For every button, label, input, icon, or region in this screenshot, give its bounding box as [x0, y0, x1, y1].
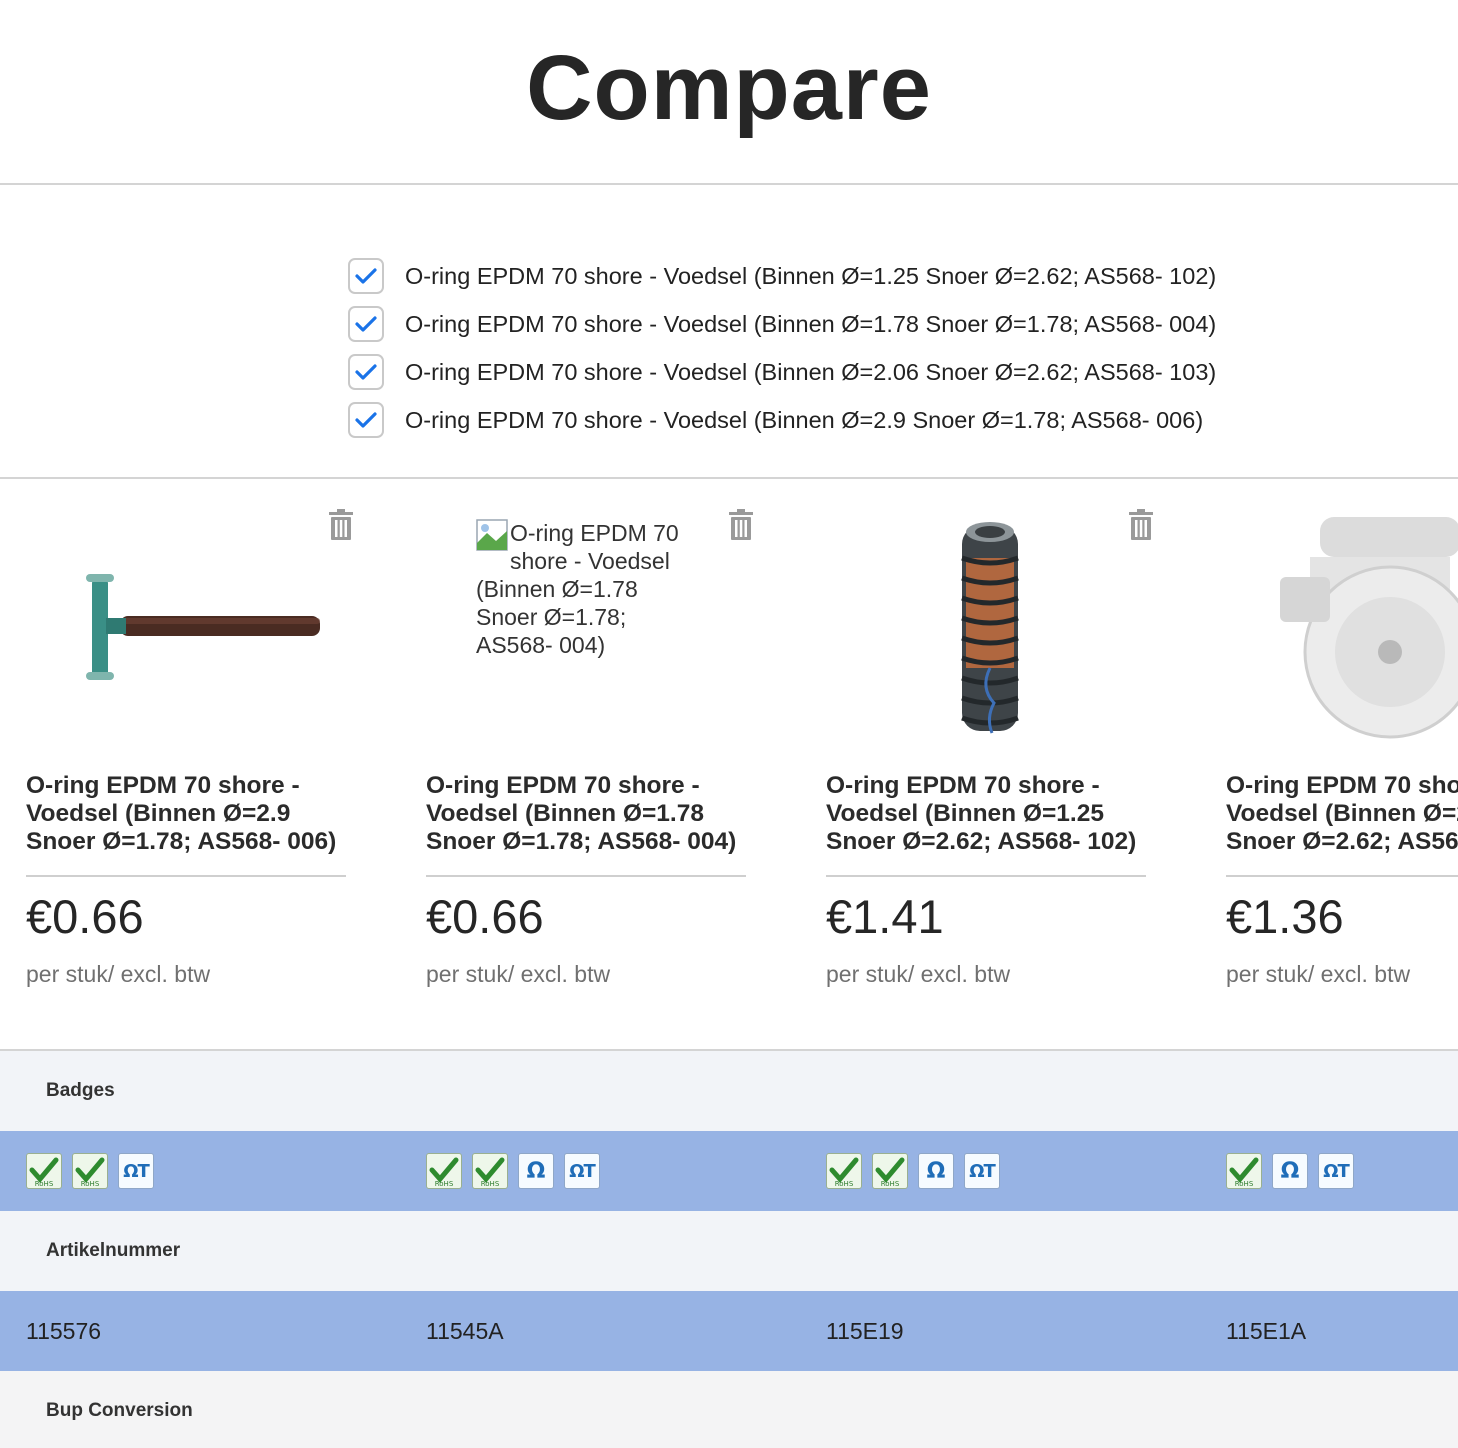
divider	[426, 875, 746, 877]
price-unit: per stuk/ excl. btw	[426, 961, 611, 987]
trash-icon[interactable]	[727, 509, 755, 541]
divider	[826, 875, 1146, 877]
product-comparison-columns: O-ring EPDM 70 shore - Voedsel (Binnen Ø…	[0, 479, 1458, 1049]
broken-image-icon	[476, 519, 508, 551]
badge-cell: RoHS RoHS ΩT	[26, 1131, 164, 1211]
rohs-badge-icon: RoHS	[826, 1153, 862, 1189]
omega-t-badge-icon: ΩT	[1318, 1153, 1354, 1189]
product-name[interactable]: O-ring EPDM 70 shore - Voedsel (Binnen Ø…	[426, 772, 756, 856]
page-title: Compare	[526, 37, 932, 139]
artikelnummer-value: 115576	[26, 1317, 102, 1344]
spec-row-badges: RoHS RoHS ΩT RoHS RoHS Ω ΩT RoHS RoHS Ω …	[0, 1131, 1458, 1211]
product-image-caster	[1280, 517, 1458, 739]
trash-icon[interactable]	[327, 509, 355, 541]
artikelnummer-value: 115E19	[826, 1317, 904, 1344]
badge-cell: RoHS RoHS Ω ΩT	[826, 1131, 1010, 1211]
spec-header-bup-conversion: Bup Conversion	[0, 1371, 1458, 1448]
selection-checkbox[interactable]	[348, 402, 384, 438]
omega-t-badge-icon: ΩT	[118, 1153, 154, 1189]
checkmark-icon	[355, 268, 377, 284]
artikelnummer-value: 11545A	[426, 1317, 504, 1344]
product-image-hose	[850, 517, 1130, 739]
trash-icon[interactable]	[1127, 509, 1155, 541]
omega-t-badge-icon: ΩT	[964, 1153, 1000, 1189]
product-card: O-ring EPDM 70 sho Voedsel (Binnen Ø=2 S…	[1200, 479, 1458, 1049]
product-image-broken: O-ring EPDM 70 shore - Voedsel (Binnen Ø…	[476, 519, 679, 658]
product-selection-list: O-ring EPDM 70 shore - Voedsel (Binnen Ø…	[0, 185, 1458, 477]
selection-item[interactable]: O-ring EPDM 70 shore - Voedsel (Binnen Ø…	[348, 252, 1458, 300]
selection-item[interactable]: O-ring EPDM 70 shore - Voedsel (Binnen Ø…	[348, 348, 1458, 396]
divider	[26, 875, 346, 877]
selection-label: O-ring EPDM 70 shore - Voedsel (Binnen Ø…	[405, 262, 1217, 289]
selection-checkbox[interactable]	[348, 306, 384, 342]
product-name[interactable]: O-ring EPDM 70 shore - Voedsel (Binnen Ø…	[26, 772, 356, 856]
product-card: O-ring EPDM 70 shore - Voedsel (Binnen Ø…	[800, 479, 1160, 1049]
divider	[1226, 875, 1458, 877]
svg-text:RoHS: RoHS	[835, 1180, 854, 1188]
rohs-badge-icon: RoHS	[72, 1153, 108, 1189]
spec-header-badges: Badges	[0, 1051, 1458, 1131]
checkmark-icon	[355, 364, 377, 380]
product-card: O-ring EPDM 70 shore - Voedsel (Binnen Ø…	[400, 479, 760, 1049]
omega-badge-icon: Ω	[518, 1153, 554, 1189]
rohs-badge-icon: RoHS	[1226, 1153, 1262, 1189]
badge-cell: RoHS Ω ΩT	[1226, 1131, 1364, 1211]
badge-cell: RoHS RoHS Ω ΩT	[426, 1131, 610, 1211]
checkmark-icon	[355, 412, 377, 428]
rohs-badge-icon: RoHS	[426, 1153, 462, 1189]
spec-header-artikelnummer: Artikelnummer	[0, 1211, 1458, 1291]
selection-checkbox[interactable]	[348, 258, 384, 294]
rohs-badge-icon: RoHS	[872, 1153, 908, 1189]
selection-item[interactable]: O-ring EPDM 70 shore - Voedsel (Binnen Ø…	[348, 300, 1458, 348]
product-price: €1.41	[826, 890, 944, 943]
product-name[interactable]: O-ring EPDM 70 sho Voedsel (Binnen Ø=2 S…	[1226, 772, 1458, 856]
svg-text:RoHS: RoHS	[435, 1180, 454, 1188]
product-card: O-ring EPDM 70 shore - Voedsel (Binnen Ø…	[0, 479, 360, 1049]
rohs-badge-icon: RoHS	[472, 1153, 508, 1189]
product-price: €0.66	[426, 890, 544, 943]
omega-badge-icon: Ω	[1272, 1153, 1308, 1189]
product-image-hammer	[50, 517, 330, 739]
omega-badge-icon: Ω	[918, 1153, 954, 1189]
selection-label: O-ring EPDM 70 shore - Voedsel (Binnen Ø…	[405, 358, 1217, 385]
svg-text:RoHS: RoHS	[481, 1180, 500, 1188]
price-unit: per stuk/ excl. btw	[26, 961, 211, 987]
price-unit: per stuk/ excl. btw	[1226, 961, 1411, 987]
artikelnummer-value: 115E1A	[1226, 1317, 1307, 1344]
price-unit: per stuk/ excl. btw	[826, 961, 1011, 987]
spec-row-artikelnummer: 115576 11545A 115E19 115E1A	[0, 1291, 1458, 1371]
omega-t-badge-icon: ΩT	[564, 1153, 600, 1189]
selection-checkbox[interactable]	[348, 354, 384, 390]
selection-label: O-ring EPDM 70 shore - Voedsel (Binnen Ø…	[405, 406, 1204, 433]
product-name[interactable]: O-ring EPDM 70 shore - Voedsel (Binnen Ø…	[826, 772, 1156, 856]
rohs-badge-icon: RoHS	[26, 1153, 62, 1189]
svg-text:RoHS: RoHS	[35, 1180, 54, 1188]
svg-text:RoHS: RoHS	[81, 1180, 100, 1188]
selection-item[interactable]: O-ring EPDM 70 shore - Voedsel (Binnen Ø…	[348, 396, 1458, 444]
checkmark-icon	[355, 316, 377, 332]
product-price: €0.66	[26, 890, 144, 943]
selection-label: O-ring EPDM 70 shore - Voedsel (Binnen Ø…	[405, 310, 1217, 337]
svg-text:RoHS: RoHS	[1235, 1180, 1254, 1188]
product-price: €1.36	[1226, 890, 1344, 943]
svg-text:RoHS: RoHS	[881, 1180, 900, 1188]
